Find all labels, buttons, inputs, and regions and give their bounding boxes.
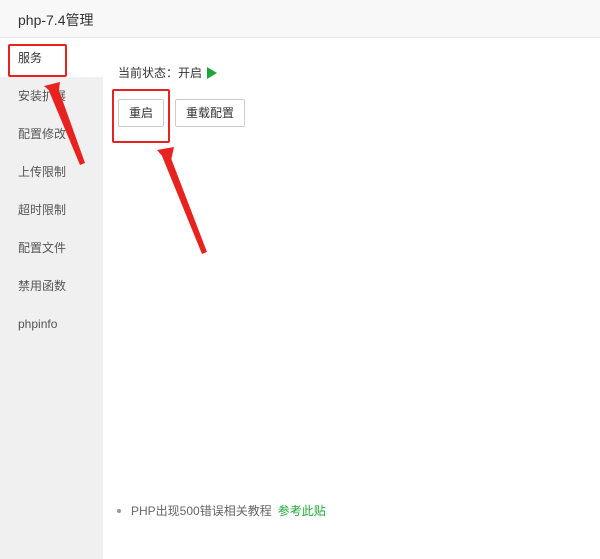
reload-config-button[interactable]: 重载配置 <box>175 99 246 127</box>
restart-button[interactable]: 重启 <box>118 99 165 127</box>
tip-link[interactable]: 参考此贴 <box>278 502 326 519</box>
main-panel: 当前状态：开启 重启 重载配置 PHP出现500错误相关教程 参考此贴 <box>103 39 600 559</box>
tip-text: PHP出现500错误相关教程 <box>131 504 272 518</box>
window-title: php-7.4管理 <box>18 12 94 28</box>
status-label: 当前状态：开启 <box>118 66 203 80</box>
play-icon <box>207 66 218 79</box>
sidebar: 服务 安装扩展 配置修改 上传限制 超时限制 配置文件 禁用函数 phpinfo <box>0 39 103 559</box>
sidebar-item-timeout-limit[interactable]: 超时限制 <box>0 191 103 229</box>
sidebar-item-disabled-functions[interactable]: 禁用函数 <box>0 267 103 305</box>
sidebar-item-config-file[interactable]: 配置文件 <box>0 229 103 267</box>
sidebar-item-service[interactable]: 服务 <box>0 39 103 77</box>
sidebar-item-phpinfo[interactable]: phpinfo <box>0 305 103 343</box>
service-status: 当前状态：开启 <box>118 64 218 81</box>
bullet-icon <box>117 508 121 513</box>
sidebar-item-config-edit[interactable]: 配置修改 <box>0 115 103 153</box>
sidebar-item-upload-limit[interactable]: 上传限制 <box>0 153 103 191</box>
tip-item: PHP出现500错误相关教程 参考此贴 <box>117 502 326 519</box>
sidebar-item-install-extension[interactable]: 安装扩展 <box>0 77 103 115</box>
window-titlebar: php-7.4管理 <box>0 0 600 38</box>
